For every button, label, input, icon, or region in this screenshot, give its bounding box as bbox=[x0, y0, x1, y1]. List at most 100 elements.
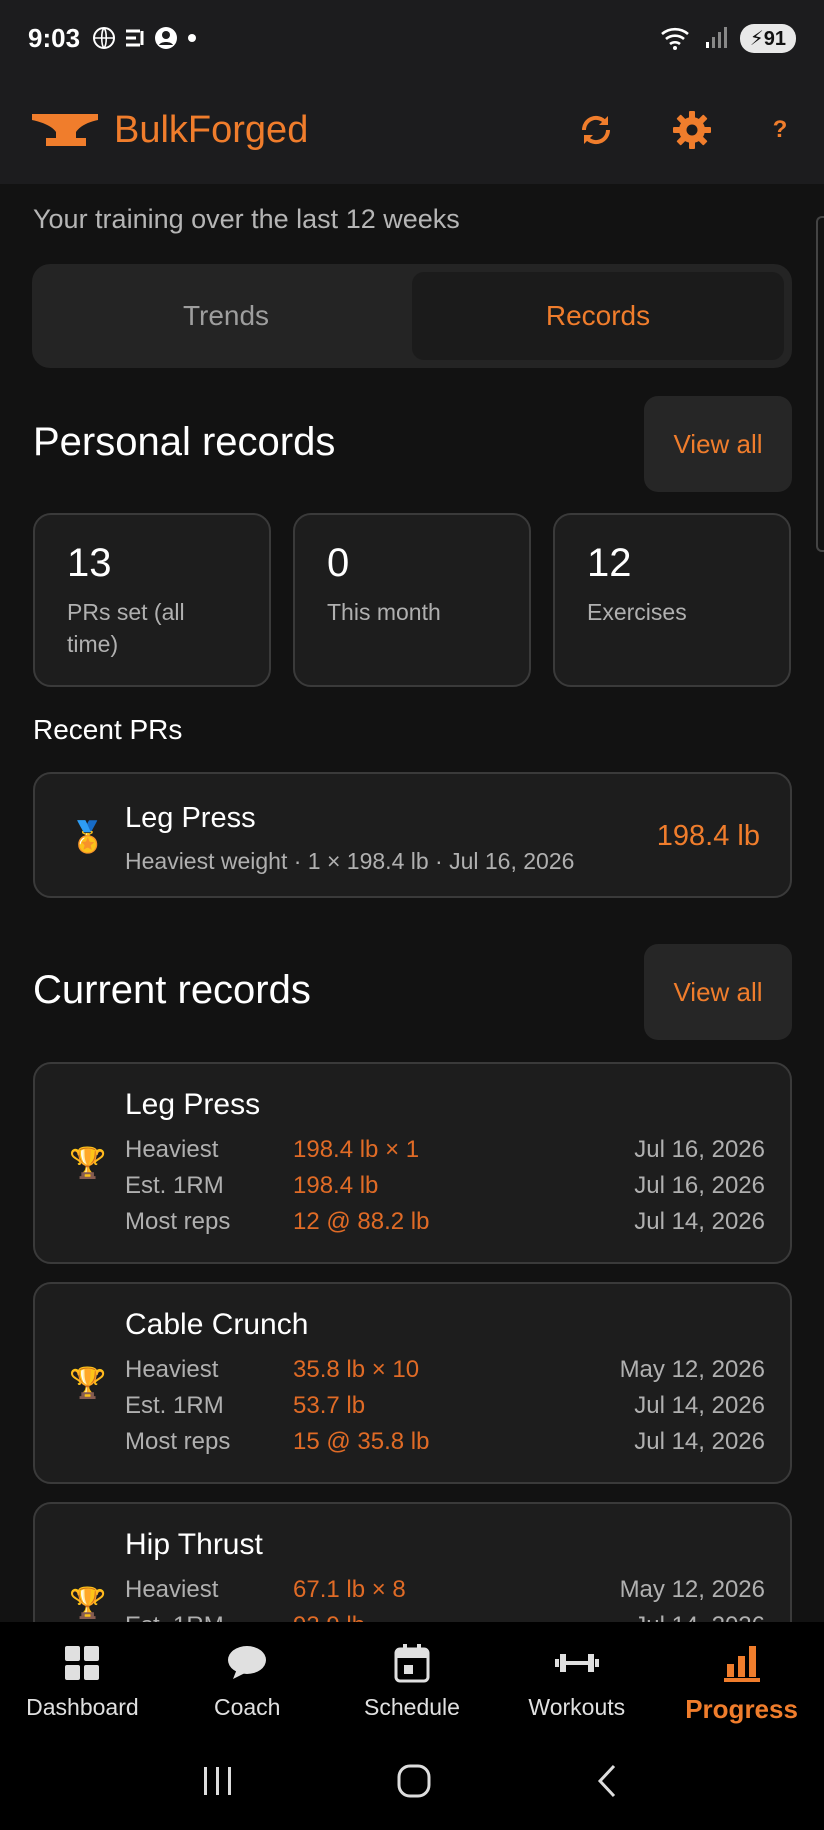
nav-progress[interactable]: Progress bbox=[659, 1622, 824, 1732]
app-bar: BulkForged ? bbox=[0, 76, 824, 184]
record-row: Heaviest 67.1 lb × 8 May 12, 2026 bbox=[125, 1576, 765, 1610]
personal-records-title: Personal records bbox=[33, 420, 336, 464]
record-label: Est. 1RM bbox=[125, 1172, 224, 1199]
nav-dashboard[interactable]: Dashboard bbox=[0, 1622, 165, 1732]
trophy-icon: 🏆 bbox=[69, 1587, 107, 1620]
page-subtitle: Your training over the last 12 weeks bbox=[33, 204, 460, 234]
system-nav-bar bbox=[0, 1732, 824, 1830]
stat-card-prs-set: 13 PRs set (all time) bbox=[33, 513, 271, 687]
record-exercise-name: Leg Press bbox=[125, 1088, 261, 1121]
nav-label: Workouts bbox=[528, 1694, 626, 1720]
nav-label: Dashboard bbox=[26, 1694, 139, 1720]
battery-level: 91 bbox=[763, 27, 786, 50]
record-date: Jul 16, 2026 bbox=[634, 1172, 765, 1199]
record-row: Est. 1RM 198.4 lb Jul 16, 2026 bbox=[125, 1172, 765, 1206]
stat-label: This month bbox=[327, 599, 441, 625]
record-date: Jul 14, 2026 bbox=[634, 1612, 765, 1622]
stat-value: 12 bbox=[587, 541, 632, 585]
dashboard-icon bbox=[64, 1642, 100, 1684]
record-row: Est. 1RM 93.9 lb Jul 14, 2026 bbox=[125, 1612, 765, 1622]
stat-label: Exercises bbox=[587, 599, 687, 625]
record-label: Est. 1RM bbox=[125, 1392, 224, 1419]
record-value: 198.4 lb bbox=[293, 1172, 379, 1199]
stat-value: 0 bbox=[327, 541, 350, 585]
dot-icon bbox=[188, 34, 197, 42]
record-value: 12 @ 88.2 lb bbox=[293, 1208, 430, 1235]
account-icon bbox=[155, 27, 178, 49]
scrollbar[interactable] bbox=[816, 216, 824, 552]
bottom-nav: Dashboard Coach Schedule Workouts Progre… bbox=[0, 1622, 824, 1732]
recent-prs-title: Recent PRs bbox=[33, 714, 183, 745]
nav-label: Progress bbox=[685, 1694, 798, 1724]
nav-label: Coach bbox=[213, 1694, 281, 1720]
medal-icon: 🏅 bbox=[69, 821, 107, 854]
record-row: Most reps 15 @ 35.8 lb Jul 14, 2026 bbox=[125, 1428, 765, 1462]
trophy-icon: 🏆 bbox=[69, 1367, 107, 1400]
recents-icon[interactable] bbox=[201, 1764, 235, 1798]
current-records-view-all-button[interactable]: View all bbox=[644, 944, 792, 1040]
record-card-hip-thrust[interactable]: 🏆 Hip Thrust Heaviest 67.1 lb × 8 May 12… bbox=[33, 1502, 792, 1622]
sync-icon[interactable] bbox=[576, 110, 616, 150]
recent-pr-exercise: Leg Press bbox=[125, 802, 256, 834]
record-row: Most reps 12 @ 88.2 lb Jul 14, 2026 bbox=[125, 1208, 765, 1242]
record-label: Heaviest bbox=[125, 1576, 219, 1603]
nav-workouts[interactable]: Workouts bbox=[494, 1622, 659, 1732]
record-date: Jul 14, 2026 bbox=[634, 1392, 765, 1419]
record-label: Most reps bbox=[125, 1208, 231, 1235]
anvil-logo-icon bbox=[32, 114, 98, 146]
record-date: Jul 16, 2026 bbox=[634, 1136, 765, 1163]
record-row: Heaviest 198.4 lb × 1 Jul 16, 2026 bbox=[125, 1136, 765, 1170]
record-value: 198.4 lb × 1 bbox=[293, 1136, 420, 1163]
recent-pr-card[interactable]: 🏅 Leg Press Heaviest weight · 1 × 198.4 … bbox=[33, 772, 792, 898]
current-records-title: Current records bbox=[33, 968, 311, 1012]
stat-card-exercises: 12 Exercises bbox=[553, 513, 791, 687]
help-icon[interactable]: ? bbox=[768, 116, 792, 144]
dumbbell-icon bbox=[554, 1642, 599, 1684]
wifi-icon bbox=[660, 27, 689, 50]
status-time: 9:03 bbox=[28, 22, 81, 53]
stat-value: 13 bbox=[67, 541, 112, 585]
record-date: Jul 14, 2026 bbox=[634, 1208, 765, 1235]
record-label: Heaviest bbox=[125, 1356, 219, 1383]
settings-gear-icon[interactable] bbox=[672, 110, 712, 150]
record-date: Jul 14, 2026 bbox=[634, 1428, 765, 1455]
recent-pr-value: 198.4 lb bbox=[656, 820, 760, 852]
tab-trends[interactable]: Trends bbox=[40, 272, 412, 360]
nav-label: Schedule bbox=[364, 1694, 460, 1720]
chat-bubble-icon bbox=[227, 1642, 267, 1684]
record-card-leg-press[interactable]: 🏆 Leg Press Heaviest 198.4 lb × 1 Jul 16… bbox=[33, 1062, 792, 1264]
records-content[interactable]: Your training over the last 12 weeks Tre… bbox=[0, 184, 824, 1622]
app-title: BulkForged bbox=[114, 108, 309, 151]
record-date: May 12, 2026 bbox=[619, 1356, 765, 1383]
record-date: May 12, 2026 bbox=[619, 1576, 765, 1603]
tab-records[interactable]: Records bbox=[412, 272, 784, 360]
stat-card-this-month: 0 This month bbox=[293, 513, 531, 687]
record-exercise-name: Cable Crunch bbox=[125, 1308, 309, 1341]
record-label: Est. 1RM bbox=[125, 1612, 224, 1622]
back-icon[interactable] bbox=[593, 1763, 623, 1799]
stat-label: PRs set (all time) bbox=[67, 599, 185, 657]
nav-schedule[interactable]: Schedule bbox=[330, 1622, 495, 1732]
view-toggle: Trends Records bbox=[32, 264, 792, 368]
record-exercise-name: Hip Thrust bbox=[125, 1528, 263, 1561]
record-value: 53.7 lb bbox=[293, 1392, 366, 1419]
record-row: Est. 1RM 53.7 lb Jul 14, 2026 bbox=[125, 1392, 765, 1426]
record-card-cable-crunch[interactable]: 🏆 Cable Crunch Heaviest 35.8 lb × 10 May… bbox=[33, 1282, 792, 1484]
data-icon bbox=[126, 29, 144, 47]
recent-pr-details: Heaviest weight · 1 × 198.4 lb · Jul 16,… bbox=[125, 848, 575, 874]
record-value: 15 @ 35.8 lb bbox=[293, 1428, 430, 1455]
status-bar: 9:03 ⚡91 bbox=[0, 0, 824, 76]
record-label: Most reps bbox=[125, 1428, 231, 1455]
home-icon[interactable] bbox=[396, 1763, 432, 1799]
bar-chart-icon bbox=[723, 1642, 760, 1684]
signal-icon bbox=[705, 27, 727, 48]
record-row: Heaviest 35.8 lb × 10 May 12, 2026 bbox=[125, 1356, 765, 1390]
record-value: 67.1 lb × 8 bbox=[293, 1576, 406, 1603]
record-value: 93.9 lb bbox=[293, 1612, 365, 1622]
personal-records-view-all-button[interactable]: View all bbox=[644, 396, 792, 492]
trophy-icon: 🏆 bbox=[69, 1147, 107, 1180]
globe-icon bbox=[93, 27, 116, 49]
record-label: Heaviest bbox=[125, 1136, 219, 1163]
record-value: 35.8 lb × 10 bbox=[293, 1356, 420, 1383]
nav-coach[interactable]: Coach bbox=[165, 1622, 330, 1732]
